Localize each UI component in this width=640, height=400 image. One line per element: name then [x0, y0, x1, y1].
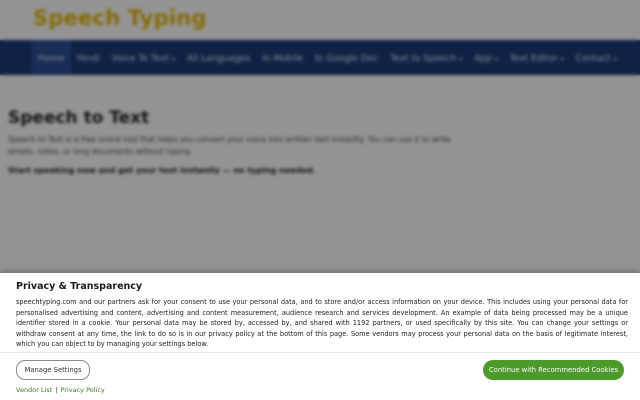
- consent-links: Vendor List | Privacy Policy: [16, 386, 105, 394]
- vendor-list-link[interactable]: Vendor List: [16, 386, 52, 394]
- consent-title: Privacy & Transparency: [16, 281, 143, 292]
- privacy-policy-link[interactable]: Privacy Policy: [60, 386, 104, 394]
- link-separator: |: [55, 386, 58, 394]
- consent-body: speechtyping.com and our partners ask fo…: [16, 298, 628, 348]
- dialog-divider: [0, 352, 640, 353]
- accept-recommended-cookies-button[interactable]: Continue with Recommended Cookies: [483, 360, 624, 380]
- consent-dialog: Privacy & Transparency speechtyping.com …: [0, 273, 640, 400]
- manage-settings-button[interactable]: Manage Settings: [16, 360, 90, 380]
